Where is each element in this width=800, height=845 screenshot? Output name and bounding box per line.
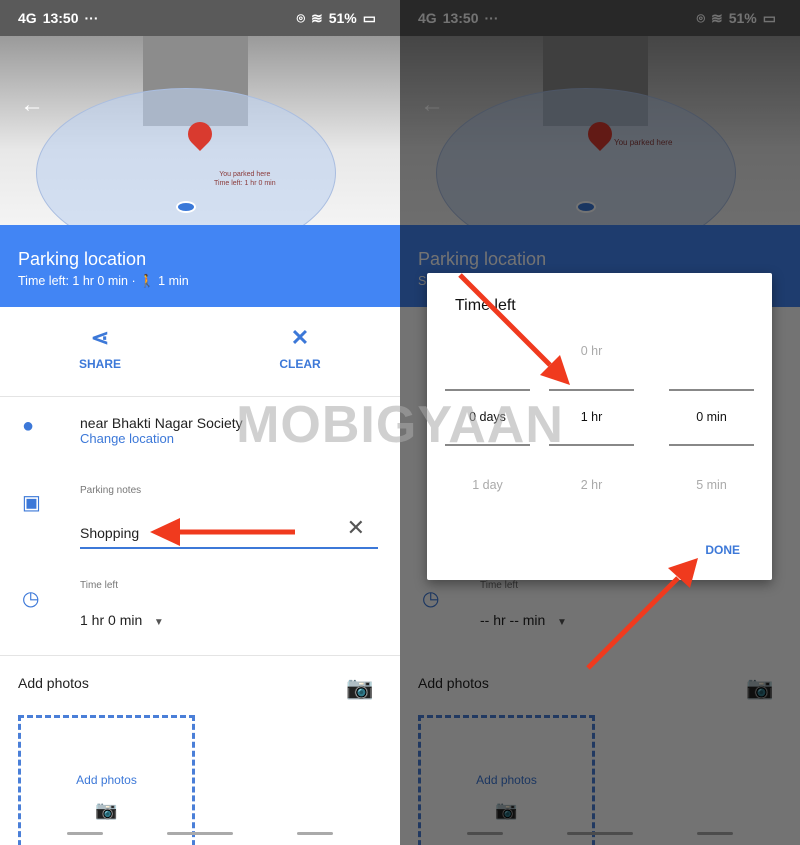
clock: 13:50: [42, 10, 79, 26]
dropdown-arrow-icon: ▼: [153, 617, 164, 628]
location-name: near Bhakti Nagar Society: [80, 415, 243, 431]
parking-screen-left: 4G 13:50 ··· ⌾ ≋ 51% ▭ ← You parked here…: [0, 0, 400, 845]
map-view: ← You parked here: [400, 36, 800, 258]
map-view[interactable]: ← You parked here Time left: 1 hr 0 min: [0, 36, 400, 258]
battery-level: 51%: [328, 10, 357, 26]
change-location-link[interactable]: Change location: [80, 431, 243, 446]
time-left-dialog: Time left 0 days 1 day 0 hr 1 hr 2 hr 0 min…: [427, 273, 772, 580]
nav-menu-button[interactable]: [67, 832, 103, 835]
back-arrow-icon[interactable]: ←: [20, 91, 44, 119]
notes-label: Parking notes: [80, 485, 142, 496]
camera-icon: 📷: [95, 800, 118, 820]
close-icon: ✕: [290, 325, 310, 350]
parking-screen-right: 4G 13:50 ··· ⌾ ≋ 51% ▭ ← You parked here Parki…: [400, 0, 800, 845]
time-left-label: Time left: [80, 580, 118, 591]
time-left-summary: Time left: 1 hr 0 min ·: [18, 274, 136, 288]
page-title: Parking location: [18, 249, 147, 269]
add-photo-camera-icon: 📷: [746, 675, 774, 700]
location-pin-icon: ●: [22, 415, 35, 437]
share-button[interactable]: ⋖ SHARE: [50, 325, 150, 371]
pin-label: You parked here Time left: 1 hr 0 min: [214, 171, 276, 187]
time-left-dropdown: -- hr -- min ▼: [480, 612, 567, 628]
divider: [0, 655, 400, 656]
walk-time: 1 min: [158, 274, 189, 288]
status-bar: 4G 13:50 ··· ⌾ ≋ 51% ▭: [0, 0, 400, 36]
current-location-dot: [176, 201, 196, 213]
nav-back-button[interactable]: [297, 832, 333, 835]
battery-icon: ▭: [762, 9, 776, 26]
done-button[interactable]: DONE: [705, 543, 740, 557]
clear-button[interactable]: ✕ CLEAR: [250, 325, 350, 371]
add-photos-box[interactable]: Add photos 📷: [18, 715, 195, 845]
walking-icon: 🚶: [139, 274, 155, 288]
share-icon: ⋖: [90, 325, 110, 350]
add-photos-heading: Add photos: [18, 675, 89, 691]
status-bar: 4G 13:50 ··· ⌾ ≋ 51% ▭: [400, 0, 800, 36]
location-status-icon: ⌾: [696, 9, 705, 26]
back-arrow-icon: ←: [420, 91, 444, 118]
clear-notes-icon[interactable]: ✕: [347, 515, 365, 541]
battery-icon: ▭: [362, 9, 376, 26]
time-left-dropdown[interactable]: 1 hr 0 min ▼: [80, 612, 164, 628]
time-left-value: -- hr -- min: [480, 612, 546, 628]
wifi-icon: ≋: [711, 9, 723, 26]
dialog-title: Time left: [455, 297, 516, 314]
wifi-icon: ≋: [311, 9, 323, 26]
pin-label: You parked here: [614, 138, 673, 147]
parking-header: Parking location Time left: 1 hr 0 min ·…: [0, 225, 400, 307]
parking-notes-input[interactable]: Shopping: [80, 525, 378, 549]
more-notifications-icon: ···: [84, 10, 99, 26]
nav-home-button[interactable]: [167, 832, 233, 835]
location-status-icon: ⌾: [296, 9, 305, 26]
clock-icon: ◷: [422, 588, 440, 610]
add-photo-camera-icon[interactable]: 📷: [346, 675, 373, 701]
add-note-icon: ▣: [22, 492, 41, 514]
clock-icon: ◷: [22, 588, 40, 610]
network-indicator: 4G: [18, 10, 37, 26]
